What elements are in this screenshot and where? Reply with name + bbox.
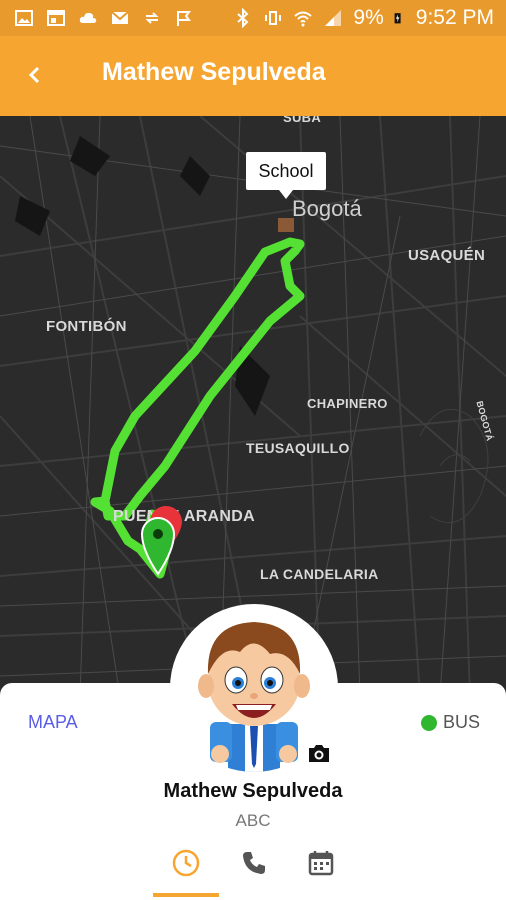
wifi-icon bbox=[294, 11, 313, 27]
back-arrow-icon[interactable] bbox=[20, 60, 50, 90]
bus-label: BUS bbox=[442, 712, 480, 732]
school-callout[interactable]: School bbox=[246, 152, 326, 199]
map-label-la-candelaria: LA CANDELARIA bbox=[260, 566, 379, 582]
bluetooth-icon bbox=[237, 8, 249, 28]
browser-icon bbox=[47, 10, 65, 26]
route-path bbox=[100, 237, 305, 521]
vibrate-icon bbox=[265, 11, 282, 25]
notification-icons bbox=[14, 8, 194, 28]
tab-history[interactable] bbox=[156, 848, 216, 896]
calendar-icon bbox=[308, 851, 334, 876]
page-title: Mathew Sepulveda bbox=[102, 58, 326, 86]
active-tab-indicator bbox=[153, 893, 219, 897]
map-label-usaquen: USAQUÉN bbox=[408, 247, 486, 264]
clock-icon bbox=[172, 849, 200, 877]
clock-time: 9:52 PM bbox=[415, 6, 494, 29]
flag-icon bbox=[177, 11, 191, 26]
battery-percent: 9% bbox=[353, 6, 384, 29]
status-bar: 9% 9:52 PM bbox=[0, 0, 506, 36]
bottom-tabs bbox=[0, 848, 506, 900]
sync-icon bbox=[145, 12, 159, 24]
profile-subtitle: ABC bbox=[235, 811, 271, 830]
camera-icon[interactable] bbox=[307, 742, 331, 764]
online-dot-icon bbox=[420, 714, 437, 731]
bus-status: BUS bbox=[420, 712, 480, 733]
profile-name: Mathew Sepulveda bbox=[163, 780, 343, 802]
map-label-fontibon: FONTIBÓN bbox=[46, 318, 127, 335]
map-label-suba: SUBA bbox=[283, 116, 322, 125]
cloud-icon bbox=[79, 12, 97, 23]
map-label-bogota: Bogotá bbox=[292, 196, 362, 221]
map-label-chapinero: CHAPINERO bbox=[307, 396, 388, 411]
map-label-teusaquillo: TEUSAQUILLO bbox=[246, 440, 350, 456]
map-pin-green-icon[interactable] bbox=[138, 514, 178, 578]
app-bar: Mathew Sepulveda bbox=[0, 36, 506, 116]
signal-icon bbox=[325, 10, 342, 26]
phone-icon bbox=[243, 852, 265, 874]
mapa-tab[interactable]: MAPA bbox=[28, 712, 78, 733]
mail-icon bbox=[111, 11, 129, 24]
tab-calendar[interactable] bbox=[291, 848, 351, 896]
tab-call[interactable] bbox=[224, 848, 284, 896]
battery-charging-icon bbox=[394, 13, 401, 24]
system-status: 9% 9:52 PM bbox=[233, 6, 494, 30]
image-icon bbox=[15, 10, 33, 26]
